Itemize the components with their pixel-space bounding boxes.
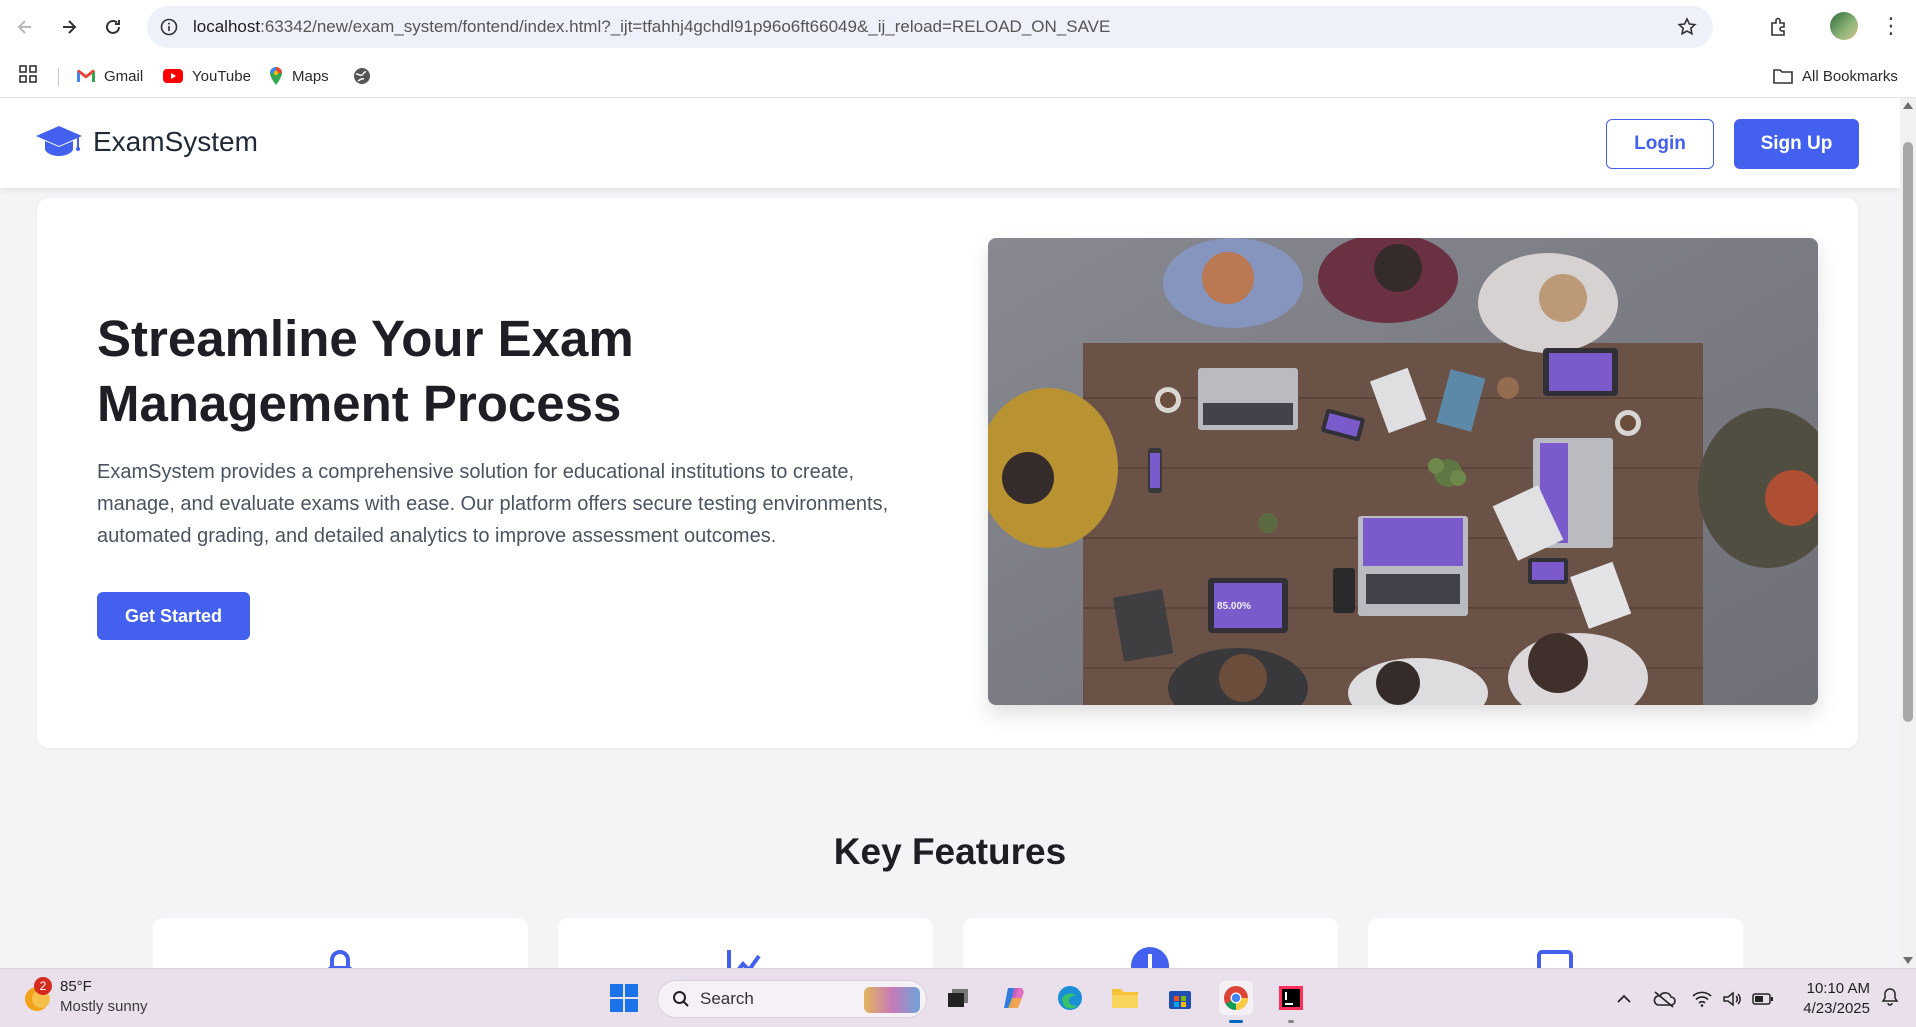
hero-title-line2: Management Process [97, 375, 622, 432]
brand-name: ExamSystem [93, 126, 258, 157]
chevron-up-icon [1617, 994, 1631, 1003]
page-viewport: ExamSystem Login Sign Up Streamline Your… [0, 98, 1900, 968]
clock-time: 10:10 AM [1806, 980, 1870, 997]
scroll-up-arrow[interactable] [1903, 102, 1913, 109]
bookmark-label: YouTube [192, 67, 251, 85]
graduation-cap-icon [36, 126, 82, 156]
scroll-thumb[interactable] [1903, 142, 1913, 722]
bookmark-gmail[interactable]: Gmail [76, 64, 143, 88]
active-indicator [1229, 1020, 1243, 1023]
battery-icon[interactable] [1750, 987, 1776, 1011]
windows-logo-icon [610, 984, 638, 1012]
microsoft-store-icon[interactable] [1163, 981, 1197, 1015]
folder-icon [1772, 67, 1794, 85]
address-bar[interactable]: localhost:63342/new/exam_system/fontend/… [147, 6, 1713, 48]
bookmark-label: Gmail [104, 67, 144, 85]
temperature: 85°F [60, 978, 92, 995]
globe-icon [352, 66, 372, 86]
taskbar-search[interactable]: Search [657, 980, 927, 1018]
info-circle-icon [1131, 947, 1169, 968]
weather-text: 85°F Mostly sunny [60, 977, 148, 1017]
weather-widget[interactable]: 2 85°F Mostly sunny [22, 977, 148, 1017]
url-path: :63342/new/exam_system/fontend/index.htm… [260, 17, 1111, 36]
search-label: Search [700, 989, 754, 1008]
brand-logo[interactable]: ExamSystem [35, 124, 258, 160]
laptop-icon [1537, 950, 1573, 968]
task-view-icon[interactable] [941, 981, 975, 1015]
back-button[interactable] [7, 9, 43, 45]
browser-chrome: localhost:63342/new/exam_system/fontend/… [0, 0, 1916, 98]
url-host: localhost [193, 17, 261, 36]
hero-title-line1: Streamline Your Exam [97, 310, 634, 367]
copilot-icon[interactable] [997, 981, 1031, 1015]
feature-card-security [153, 918, 528, 968]
system-clock[interactable]: 10:10 AM 4/23/2025 [1790, 979, 1870, 1019]
reload-button[interactable] [95, 9, 131, 45]
chrome-icon[interactable] [1219, 981, 1253, 1023]
feature-card-info [963, 918, 1338, 968]
notification-bell-icon[interactable] [1880, 987, 1902, 1009]
hero-description: ExamSystem provides a comprehensive solu… [97, 461, 889, 547]
signup-button[interactable]: Sign Up [1734, 119, 1859, 169]
login-button[interactable]: Login [1606, 119, 1714, 169]
gmail-icon [76, 68, 96, 84]
hero-image: 85.00% [988, 238, 1818, 705]
bookmark-globe[interactable] [352, 64, 380, 88]
file-explorer-icon[interactable] [1108, 981, 1142, 1015]
bookmark-label: Maps [292, 67, 329, 85]
url-text: localhost:63342/new/exam_system/fontend/… [193, 17, 1110, 37]
search-icon [672, 990, 690, 1008]
volume-icon[interactable] [1720, 987, 1744, 1011]
site-info-icon[interactable] [157, 15, 181, 39]
windows-start-button[interactable] [609, 983, 639, 1013]
weather-badge: 2 [34, 977, 52, 995]
all-bookmarks[interactable]: All Bookmarks [1772, 64, 1898, 88]
arrow-right-icon [63, 20, 77, 34]
youtube-icon [162, 68, 184, 84]
arrow-left-icon [17, 20, 31, 34]
intellij-icon[interactable] [1274, 981, 1308, 1023]
bookmark-star-icon[interactable] [1675, 15, 1699, 39]
feature-card-online [1368, 918, 1743, 968]
clock-date: 4/23/2025 [1803, 1000, 1870, 1017]
key-features-heading: Key Features [833, 831, 1067, 872]
feature-card-analytics [558, 918, 933, 968]
bookmarks-bar: Gmail YouTube Maps All Bookmarks [0, 54, 1916, 98]
browser-menu-icon[interactable]: ⋮ [1880, 12, 1902, 42]
forward-button[interactable] [51, 9, 87, 45]
hero-section: Streamline Your Exam Management Process … [37, 198, 1858, 748]
running-indicator [1288, 1020, 1294, 1023]
edge-browser-icon[interactable] [1053, 981, 1087, 1015]
profile-avatar[interactable] [1830, 12, 1858, 40]
bookmarks-divider [58, 68, 59, 86]
reload-icon [106, 19, 120, 34]
lock-icon [328, 950, 352, 968]
apps-grid-icon[interactable] [18, 64, 40, 86]
extensions-icon[interactable] [1764, 12, 1794, 42]
search-highlight-image [864, 987, 920, 1013]
chart-line-icon [727, 950, 761, 968]
maps-icon [268, 66, 284, 86]
weather-condition: Mostly sunny [60, 998, 148, 1015]
browser-toolbar: localhost:63342/new/exam_system/fontend/… [0, 0, 1916, 54]
onedrive-offline-icon[interactable] [1651, 987, 1677, 1011]
windows-taskbar: 2 85°F Mostly sunny Search 10:10 AM 4/23… [0, 968, 1916, 1027]
sun-icon: 2 [22, 977, 52, 1013]
page-scrollbar[interactable] [1900, 98, 1916, 968]
bookmark-youtube[interactable]: YouTube [162, 64, 251, 88]
wifi-icon[interactable] [1690, 987, 1714, 1011]
site-navbar: ExamSystem Login Sign Up [0, 98, 1900, 188]
all-bookmarks-label: All Bookmarks [1802, 67, 1898, 85]
show-hidden-icons[interactable] [1614, 987, 1634, 1011]
bookmark-maps[interactable]: Maps [268, 64, 329, 88]
scroll-down-arrow[interactable] [1903, 957, 1913, 964]
get-started-button[interactable]: Get Started [97, 592, 250, 640]
hero-title: Streamline Your Exam Management Process [97, 306, 817, 436]
